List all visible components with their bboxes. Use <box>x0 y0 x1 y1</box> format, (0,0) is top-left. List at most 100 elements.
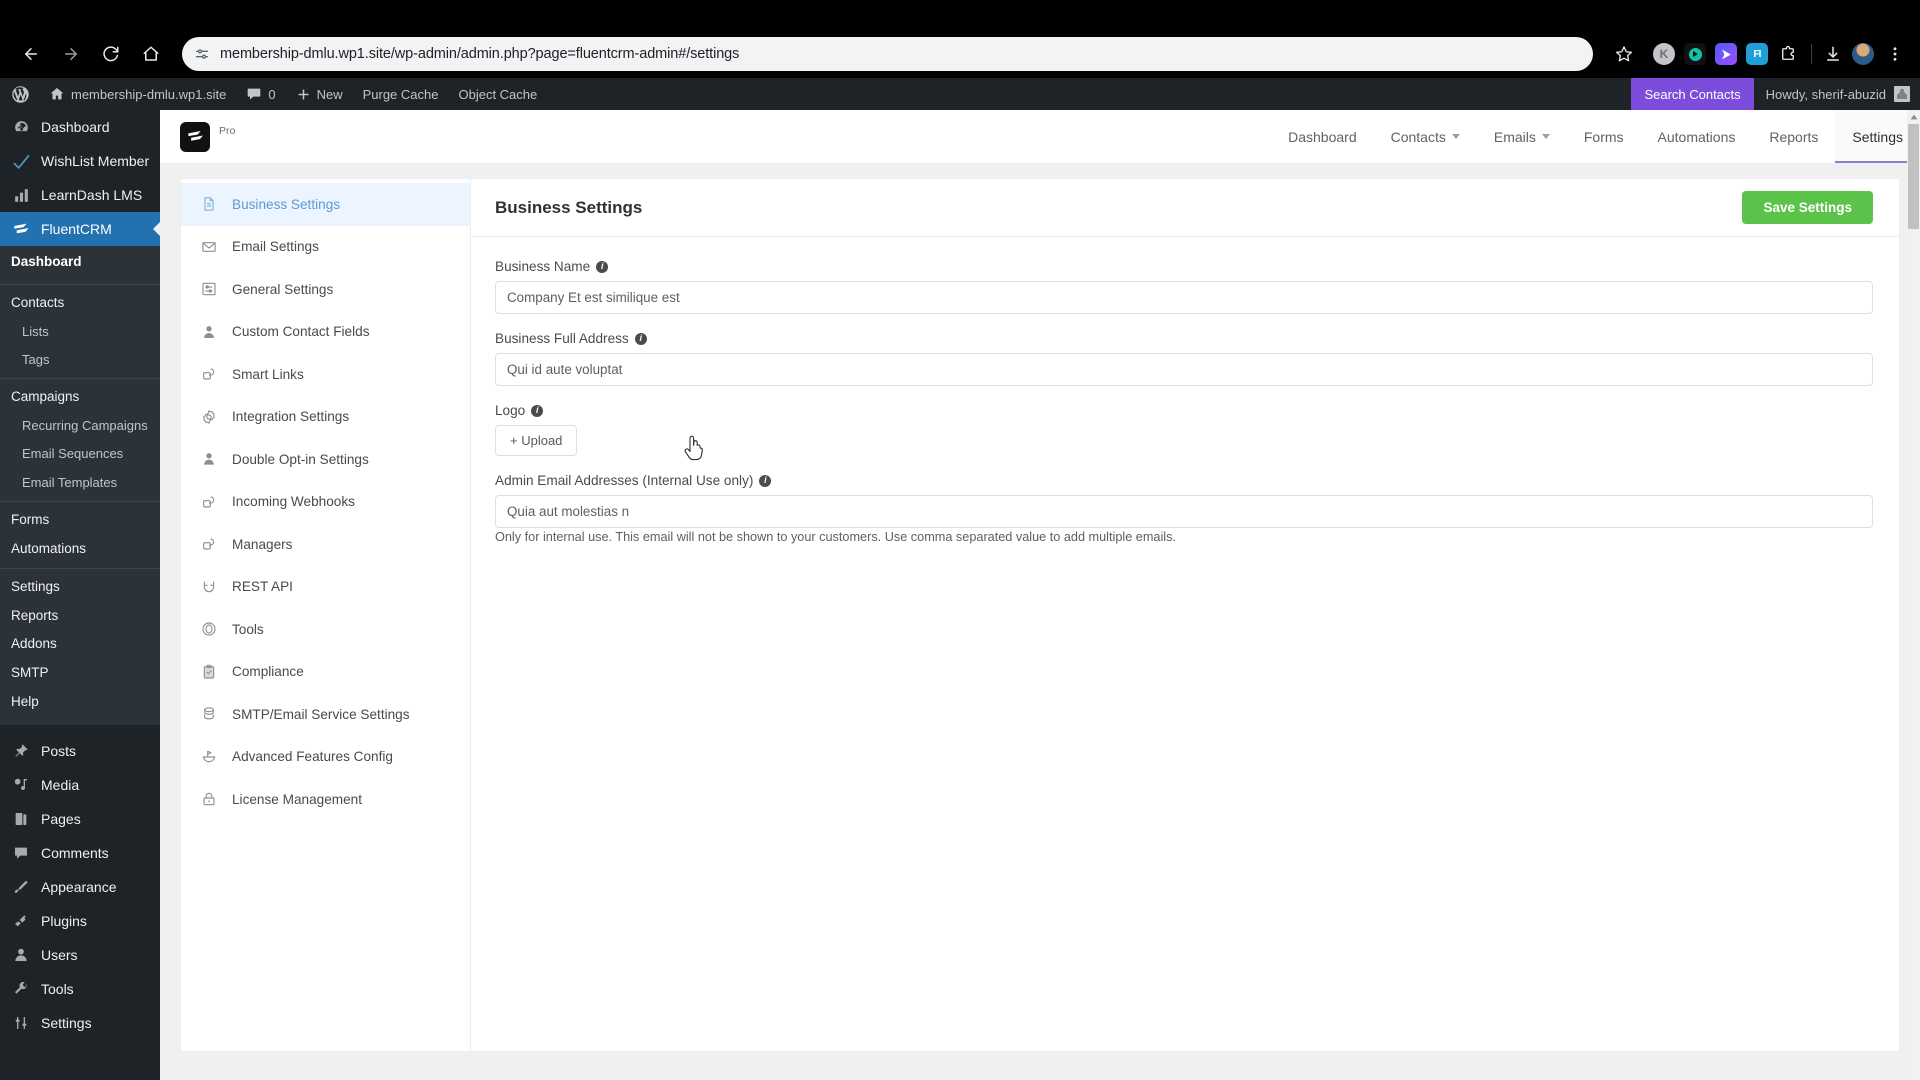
fluentcrm-icon <box>11 220 31 239</box>
settings-nav-general-settings[interactable]: General Settings <box>181 268 470 311</box>
scrollbar-thumb[interactable] <box>1908 124 1919 229</box>
back-button[interactable] <box>14 37 48 71</box>
sidebar-item-comments[interactable]: Comments <box>0 836 160 870</box>
admin-bar-purge-cache[interactable]: Purge Cache <box>353 78 449 110</box>
info-icon[interactable]: i <box>531 404 544 417</box>
sidebar-item-media[interactable]: Media <box>0 768 160 802</box>
reload-button[interactable] <box>94 37 128 71</box>
admin-bar-site-name[interactable]: membership-dmlu.wp1.site <box>39 78 236 110</box>
settings-nav-incoming-webhooks[interactable]: Incoming Webhooks <box>181 481 470 524</box>
sidebar-item-fluentcrm[interactable]: FluentCRM <box>0 212 160 246</box>
settings-nav-tools[interactable]: Tools <box>181 608 470 651</box>
tab-label: Emails <box>1493 128 1536 145</box>
person-icon <box>200 451 218 467</box>
sidebar-item-dashboard[interactable]: Dashboard <box>0 110 160 144</box>
submenu-item-help[interactable]: Help <box>0 688 160 717</box>
extension-fi-icon[interactable]: FI <box>1746 43 1768 65</box>
submenu-item-tags[interactable]: Tags <box>0 346 160 374</box>
downloads-icon[interactable] <box>1824 45 1842 63</box>
settings-nav-smart-links[interactable]: Smart Links <box>181 353 470 396</box>
address-bar[interactable]: membership-dmlu.wp1.site/wp-admin/admin.… <box>182 37 1593 71</box>
scroll-up-arrow[interactable] <box>1907 110 1920 124</box>
submenu-item-smtp[interactable]: SMTP <box>0 659 160 688</box>
submenu-item-campaigns[interactable]: Campaigns <box>0 383 160 412</box>
flag-bowl-icon <box>200 749 218 765</box>
submenu-item-reports[interactable]: Reports <box>0 602 160 631</box>
tab-contacts[interactable]: Contacts <box>1374 110 1477 163</box>
settings-nav-managers[interactable]: Managers <box>181 523 470 566</box>
sidebar-item-tools[interactable]: Tools <box>0 972 160 1006</box>
tab-forms[interactable]: Forms <box>1567 110 1641 163</box>
sidebar-item-settings[interactable]: Settings <box>0 1006 160 1040</box>
forward-button[interactable] <box>54 37 88 71</box>
field-admin-email: Admin Email Addresses (Internal Use only… <box>495 473 1873 544</box>
save-settings-button[interactable]: Save Settings <box>1742 191 1873 224</box>
sidebar-item-posts[interactable]: Posts <box>0 734 160 768</box>
browser-toolbar: membership-dmlu.wp1.site/wp-admin/admin.… <box>0 30 1920 78</box>
settings-nav-license-management[interactable]: License Management <box>181 778 470 821</box>
browser-menu-icon[interactable] <box>1884 45 1906 63</box>
sidebar-item-users[interactable]: Users <box>0 938 160 972</box>
extension-send-icon[interactable] <box>1715 43 1737 65</box>
tab-automations[interactable]: Automations <box>1641 110 1753 163</box>
extension-k-icon[interactable]: K <box>1653 43 1675 65</box>
submenu-item-automations[interactable]: Automations <box>0 535 160 564</box>
submenu-item-dashboard[interactable]: Dashboard <box>0 246 160 280</box>
settings-nav-integration-settings[interactable]: Integration Settings <box>181 396 470 439</box>
extension-puzzle-icon[interactable] <box>1777 43 1799 65</box>
admin-bar-new[interactable]: New <box>286 78 353 110</box>
sidebar-item-plugins[interactable]: Plugins <box>0 904 160 938</box>
submenu-item-lists[interactable]: Lists <box>0 318 160 346</box>
settings-nav-advanced-features-config[interactable]: Advanced Features Config <box>181 736 470 779</box>
howdy-menu[interactable]: Howdy, sherif-abuzid <box>1754 78 1920 110</box>
sidebar-item-appearance[interactable]: Appearance <box>0 870 160 904</box>
search-contacts-button[interactable]: Search Contacts <box>1631 78 1754 110</box>
business-address-input[interactable] <box>495 353 1873 386</box>
fluentcrm-logo-icon[interactable] <box>180 121 210 152</box>
settings-nav-email-settings[interactable]: Email Settings <box>181 226 470 269</box>
tab-dashboard[interactable]: Dashboard <box>1271 110 1374 163</box>
submenu-item-settings[interactable]: Settings <box>0 573 160 602</box>
sidebar-item-pages[interactable]: Pages <box>0 802 160 836</box>
wordpress-logo-icon[interactable] <box>0 78 39 110</box>
settings-nav-rest-api[interactable]: REST API <box>181 566 470 609</box>
settings-nav-label: Email Settings <box>232 239 319 255</box>
browser-tab-strip[interactable] <box>0 0 1920 30</box>
settings-nav-smtp-email-service-settings[interactable]: SMTP/Email Service Settings <box>181 693 470 736</box>
sidebar-item-learndash-lms[interactable]: LearnDash LMS <box>0 178 160 212</box>
settings-nav-compliance[interactable]: Compliance <box>181 651 470 694</box>
page-scrollbar[interactable] <box>1907 110 1920 1080</box>
upload-logo-button[interactable]: + Upload <box>495 425 578 456</box>
tab-label: Reports <box>1769 128 1819 145</box>
settings-nav-label: SMTP/Email Service Settings <box>232 706 410 722</box>
submenu-item-email-templates[interactable]: Email Templates <box>0 469 160 497</box>
sidebar-label: Posts <box>41 743 77 759</box>
tab-emails[interactable]: Emails <box>1477 110 1567 163</box>
settings-nav-business-settings[interactable]: Business Settings <box>181 183 470 226</box>
sidebar-item-wishlist-member[interactable]: WishList Member <box>0 144 160 178</box>
bookmark-star-icon[interactable] <box>1607 37 1641 71</box>
sidebar-label: Tools <box>41 981 74 997</box>
browser-profile-avatar[interactable] <box>1851 42 1875 66</box>
settings-nav-double-optin-settings[interactable]: Double Opt-in Settings <box>181 438 470 481</box>
settings-nav-custom-contact-fields[interactable]: Custom Contact Fields <box>181 311 470 354</box>
submenu-divider <box>0 500 160 502</box>
home-button[interactable] <box>134 37 168 71</box>
tab-reports[interactable]: Reports <box>1752 110 1835 163</box>
info-icon[interactable]: i <box>596 260 609 273</box>
admin-email-input[interactable] <box>495 495 1873 528</box>
info-icon[interactable]: i <box>759 474 772 487</box>
settings-body: Business Settings Email Settings General… <box>160 164 1920 1080</box>
submenu-item-addons[interactable]: Addons <box>0 630 160 659</box>
submenu-item-recurring-campaigns[interactable]: Recurring Campaigns <box>0 412 160 440</box>
site-settings-icon[interactable] <box>194 46 210 62</box>
dashboard-icon <box>11 119 31 136</box>
extension-cursor-icon[interactable] <box>1684 43 1706 65</box>
business-name-input[interactable] <box>495 281 1873 314</box>
admin-bar-comments[interactable]: 0 <box>236 78 285 110</box>
admin-bar-object-cache[interactable]: Object Cache <box>448 78 547 110</box>
submenu-item-email-sequences[interactable]: Email Sequences <box>0 440 160 468</box>
submenu-item-contacts[interactable]: Contacts <box>0 289 160 318</box>
info-icon[interactable]: i <box>634 332 647 345</box>
submenu-item-forms[interactable]: Forms <box>0 506 160 535</box>
